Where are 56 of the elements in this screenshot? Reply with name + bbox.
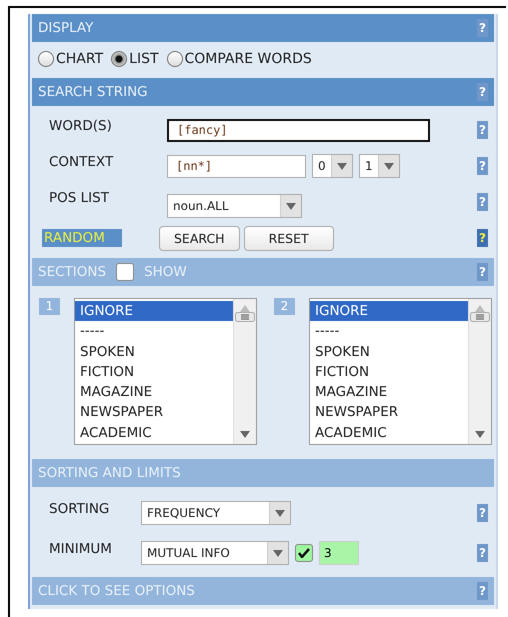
list-option[interactable]: NEWSPAPER <box>310 402 468 423</box>
list-option[interactable]: SPOKEN <box>75 342 233 362</box>
scroll-thumb-icon[interactable] <box>235 312 255 322</box>
field-label: WORD(S) <box>49 118 113 134</box>
down-arrow-icon[interactable] <box>337 162 347 170</box>
list-option[interactable]: MAGAZINE <box>75 382 233 402</box>
minimum-input[interactable]: 3 <box>319 541 359 565</box>
help-icon[interactable]: ? <box>477 229 488 247</box>
search-button[interactable]: SEARCH <box>159 226 240 250</box>
down-arrow-icon[interactable] <box>384 162 394 170</box>
sorting-select[interactable]: FREQUENCY <box>141 501 291 525</box>
section-title: SEARCH STRING <box>38 84 148 100</box>
list-option[interactable]: NEWSPAPER <box>75 402 233 423</box>
list-option[interactable]: FICTION <box>75 362 233 382</box>
field-label: SORTING <box>49 501 110 517</box>
context-input[interactable]: [nn*] <box>167 154 306 178</box>
limit-checkbox[interactable] <box>295 544 313 562</box>
list-option[interactable]: IGNORE <box>310 301 468 322</box>
down-arrow-icon[interactable] <box>275 510 285 516</box>
list-number: 1 <box>39 298 60 315</box>
show-label: SHOW <box>144 264 187 280</box>
reset-button[interactable]: RESET <box>244 226 334 250</box>
field-label: POS LIST <box>49 190 110 206</box>
show-checkbox[interactable] <box>116 263 134 281</box>
down-arrow-icon[interactable] <box>475 431 485 438</box>
list-option[interactable]: ACADEMIC <box>75 422 233 444</box>
list-option[interactable]: FICTION <box>310 362 468 382</box>
minimum-select[interactable]: MUTUAL INFO <box>141 541 289 565</box>
section-title: SECTIONS <box>38 264 106 280</box>
display-radio[interactable]: LIST <box>111 51 159 67</box>
list-option[interactable]: IGNORE <box>75 301 233 322</box>
display-radio[interactable]: COMPARE WORDS <box>166 51 312 67</box>
list-option[interactable]: MAGAZINE <box>310 382 468 402</box>
list-option[interactable]: ----- <box>310 321 468 342</box>
scroll-thumb-icon[interactable] <box>470 312 490 322</box>
section-title: CLICK TO SEE OPTIONS <box>38 583 195 599</box>
pos-select[interactable]: noun.ALL <box>167 194 302 218</box>
down-arrow-icon[interactable] <box>240 431 250 438</box>
section-title: SORTING AND LIMITS <box>38 465 181 481</box>
field-label: CONTEXT <box>49 154 114 170</box>
section-listbox[interactable]: IGNORE ----- SPOKEN FICTION MAGAZINE NEWSPAPER ACADEMIC <box>74 298 257 445</box>
list-option[interactable]: ACADEMIC <box>310 422 468 444</box>
word-input[interactable]: [fancy] <box>167 118 430 142</box>
down-arrow-icon[interactable] <box>273 550 283 556</box>
down-arrow-icon[interactable] <box>286 202 296 210</box>
list-number: 2 <box>274 298 295 315</box>
list-option[interactable]: SPOKEN <box>310 342 468 362</box>
scrollbar[interactable] <box>233 299 256 444</box>
list-option[interactable]: ----- <box>75 321 233 342</box>
field-label: MINIMUM <box>49 541 113 557</box>
section-listbox[interactable]: IGNORE ----- SPOKEN FICTION MAGAZINE NEWSPAPER ACADEMIC <box>309 298 492 445</box>
scrollbar[interactable] <box>468 299 491 444</box>
left-span-select[interactable]: 0 <box>312 154 353 178</box>
display-radio[interactable]: CHART <box>38 51 104 67</box>
right-span-select[interactable]: 1 <box>359 154 400 178</box>
section-title: DISPLAY <box>38 20 94 36</box>
